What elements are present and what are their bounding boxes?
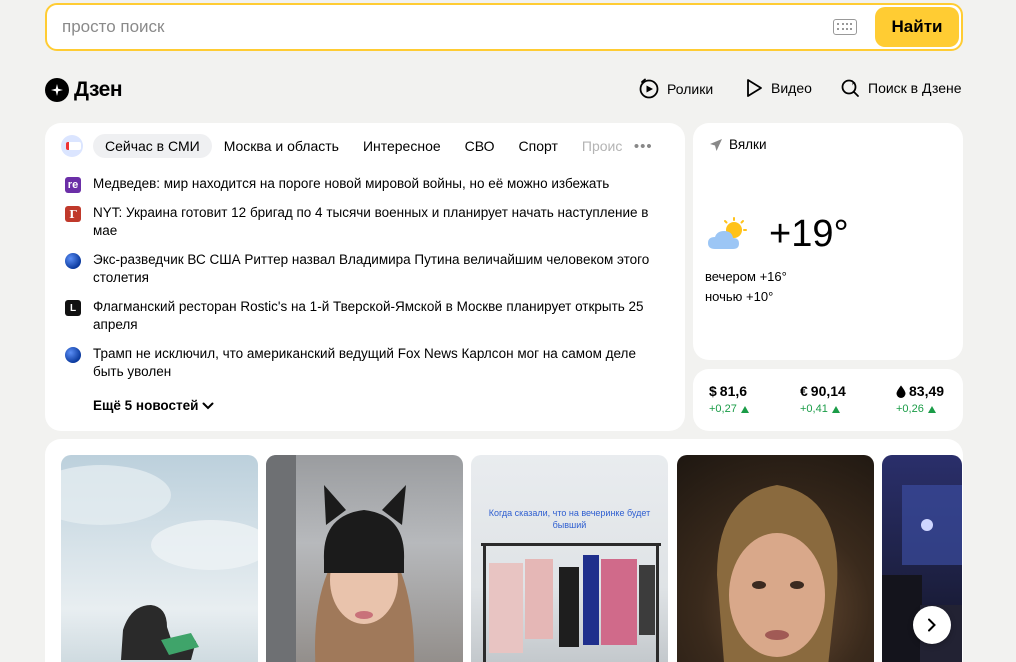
rate-oil[interactable]: 83,49 +0,26 <box>896 383 944 415</box>
nav-video[interactable]: Видео <box>745 78 812 98</box>
globe-source-icon <box>65 253 81 269</box>
eur-value: 90,14 <box>810 383 846 399</box>
video-strip: Когда сказали, что на вечеринке будет бы… <box>45 439 963 662</box>
up-arrow-icon <box>927 405 936 413</box>
tab-interesting[interactable]: Интересное <box>351 134 453 158</box>
forecast-evening: вечером +16° <box>705 269 787 284</box>
news-headline[interactable]: Флагманский ресторан Rostic's на 1-й Тве… <box>93 298 665 334</box>
news-tabs: Сейчас в СМИ Москва и область Интересное… <box>61 133 653 159</box>
news-item[interactable]: Г NYT: Украина готовит 12 бригад по 4 ты… <box>65 204 665 240</box>
search-input[interactable] <box>47 5 833 49</box>
location-label: Вялки <box>729 137 767 152</box>
more-tabs-icon[interactable]: ••• <box>634 138 653 155</box>
oil-change: +0,26 <box>896 403 924 415</box>
tab-sport[interactable]: Спорт <box>507 134 570 158</box>
rate-value: $ 81,6 <box>709 383 749 399</box>
temperature: +19° <box>769 213 849 255</box>
news-headline[interactable]: Экс-разведчик ВС США Риттер назвал Влади… <box>93 251 665 287</box>
video-caption: Когда сказали, что на вечеринке будет бы… <box>488 508 651 530</box>
video-thumbnail[interactable] <box>677 455 874 662</box>
nav-search-dzen-label: Поиск в Дзене <box>868 80 962 96</box>
current-weather: +19° <box>707 213 849 256</box>
forecast-night: ночью +10° <box>705 289 774 304</box>
oil-drop-icon <box>896 385 906 398</box>
keyboard-icon[interactable] <box>833 19 857 35</box>
usd-change: +0,27 <box>709 403 737 415</box>
news-item[interactable]: re Медведев: мир находится на пороге нов… <box>65 175 665 193</box>
weather-card[interactable]: Вялки +19° вечером +16° ночью +10° <box>693 123 963 360</box>
nav-search-dzen[interactable]: Поиск в Дзене <box>840 78 962 98</box>
thumbnail-image <box>61 465 258 660</box>
up-arrow-icon <box>740 405 749 413</box>
dzen-logo[interactable]: Дзен <box>45 78 123 102</box>
rates-card[interactable]: $ 81,6 +0,27 € 90,14 +0,41 83,49 +0,26 <box>693 369 963 431</box>
chevron-right-icon <box>928 618 936 632</box>
search-bar: Найти <box>45 3 963 51</box>
news-headline[interactable]: Трамп не исключил, что американский веду… <box>93 345 665 381</box>
news-headline[interactable]: Медведев: мир находится на пороге новой … <box>93 175 609 193</box>
news-list: re Медведев: мир находится на пороге нов… <box>65 175 665 392</box>
rate-change: +0,26 <box>896 403 944 415</box>
news-headline[interactable]: NYT: Украина готовит 12 бригад по 4 тыся… <box>93 204 665 240</box>
tab-now-in-media[interactable]: Сейчас в СМИ <box>93 134 212 158</box>
news-item[interactable]: Трамп не исключил, что американский веду… <box>65 345 665 381</box>
nav-clips[interactable]: Ролики <box>639 78 713 100</box>
oil-value: 83,49 <box>909 383 945 399</box>
logo-text: Дзен <box>74 78 123 101</box>
dollar-icon: $ <box>709 383 717 399</box>
next-button[interactable] <box>913 606 951 644</box>
thumbnail-image <box>266 455 415 662</box>
rate-change: +0,41 <box>800 403 846 415</box>
play-icon <box>747 79 762 97</box>
dzen-logo-icon <box>45 78 69 102</box>
tab-incidents[interactable]: Проис <box>570 134 626 158</box>
forecast: вечером +16° ночью +10° <box>705 267 787 307</box>
partly-cloudy-icon <box>708 216 747 249</box>
thumbnail-image <box>481 543 661 662</box>
clips-icon <box>639 78 659 99</box>
search-button[interactable]: Найти <box>875 7 959 47</box>
news-item[interactable]: Экс-разведчик ВС США Риттер назвал Влади… <box>65 251 665 287</box>
rate-eur[interactable]: € 90,14 +0,41 <box>800 383 846 415</box>
news-item[interactable]: L Флагманский ресторан Rostic's на 1-й Т… <box>65 298 665 334</box>
tab-svo[interactable]: СВО <box>453 134 507 158</box>
chevron-down-icon <box>202 402 214 409</box>
weather-location[interactable]: Вялки <box>709 137 767 152</box>
nav-video-label: Видео <box>771 80 812 96</box>
rate-value: 83,49 <box>896 383 944 399</box>
rate-change: +0,27 <box>709 403 749 415</box>
video-thumbnail[interactable] <box>61 455 258 662</box>
eur-change: +0,41 <box>800 403 828 415</box>
video-thumbnail[interactable]: Когда сказали, что на вечеринке будет бы… <box>471 455 668 662</box>
news-card: Сейчас в СМИ Москва и область Интересное… <box>45 123 685 431</box>
rate-usd[interactable]: $ 81,6 +0,27 <box>709 383 749 415</box>
euro-icon: € <box>800 383 808 399</box>
rate-value: € 90,14 <box>800 383 846 399</box>
globe-source-icon <box>65 347 81 363</box>
more-news-button[interactable]: Ещё 5 новостей <box>93 398 214 413</box>
video-thumbnail[interactable] <box>266 455 463 662</box>
source-icon: Г <box>65 206 81 222</box>
more-news-label: Ещё 5 новостей <box>93 398 199 413</box>
source-icon: L <box>65 300 81 316</box>
location-arrow-icon <box>710 138 722 151</box>
news-source-icon <box>61 135 83 157</box>
up-arrow-icon <box>831 405 840 413</box>
thumbnail-image <box>717 485 838 662</box>
search-icon <box>841 79 859 97</box>
tab-moscow[interactable]: Москва и область <box>212 134 351 158</box>
source-icon: re <box>65 177 81 193</box>
usd-value: 81,6 <box>719 383 748 399</box>
nav-clips-label: Ролики <box>667 81 714 97</box>
